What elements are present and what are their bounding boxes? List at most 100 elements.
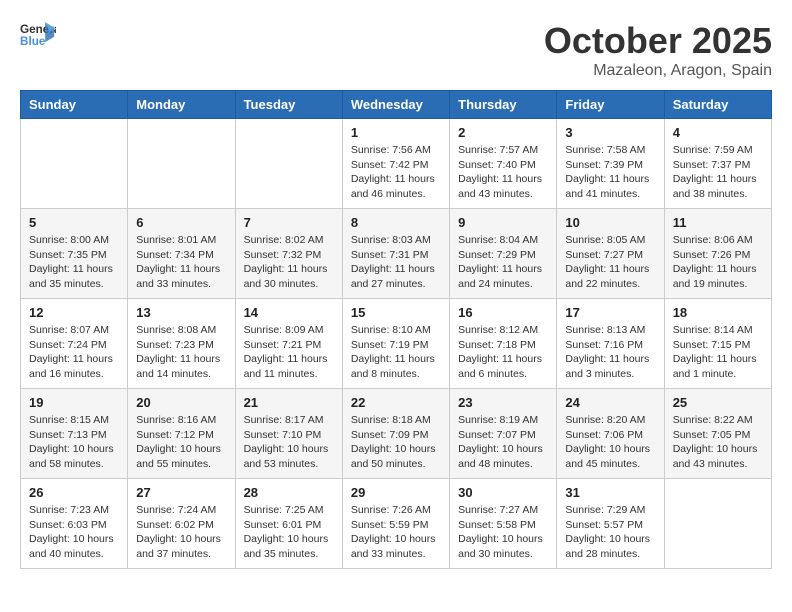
day-info: Sunrise: 8:13 AMSunset: 7:16 PMDaylight:… [565,323,655,382]
week-row-0: 1 Sunrise: 7:56 AMSunset: 7:42 PMDaylight… [21,119,772,209]
calendar-cell: 26 Sunrise: 7:23 AMSunset: 6:03 PMDayligh… [21,479,128,569]
calendar-cell: 1 Sunrise: 7:56 AMSunset: 7:42 PMDaylight… [342,119,449,209]
day-info: Sunrise: 8:22 AMSunset: 7:05 PMDaylight:… [673,413,763,472]
calendar-cell: 8 Sunrise: 8:03 AMSunset: 7:31 PMDaylight… [342,209,449,299]
calendar-cell: 28 Sunrise: 7:25 AMSunset: 6:01 PMDayligh… [235,479,342,569]
day-number: 7 [244,215,334,230]
calendar-cell: 2Sunrise: 7:57 AMSunset: 7:40 PMDaylight… [450,119,557,209]
calendar-cell: 31Sunrise: 7:29 AMSunset: 5:57 PMDayligh… [557,479,664,569]
day-number: 1 [351,125,441,140]
calendar-cell: 23Sunrise: 8:19 AMSunset: 7:07 PMDayligh… [450,389,557,479]
day-number: 10 [565,215,655,230]
calendar-cell [664,479,771,569]
day-number: 22 [351,395,441,410]
day-number: 25 [673,395,763,410]
location-title: Mazaleon, Aragon, Spain [544,62,772,80]
week-row-1: 5Sunrise: 8:00 AMSunset: 7:35 PMDaylight… [21,209,772,299]
calendar-cell [235,119,342,209]
calendar-cell: 29Sunrise: 7:26 AMSunset: 5:59 PMDayligh… [342,479,449,569]
day-info: Sunrise: 8:06 AMSunset: 7:26 PMDaylight:… [673,233,763,292]
calendar-cell: 30 Sunrise: 7:27 AMSunset: 5:58 PMDayligh… [450,479,557,569]
day-number: 26 [29,485,119,500]
day-number: 3 [565,125,655,140]
calendar-cell: 6 Sunrise: 8:01 AMSunset: 7:34 PMDaylight… [128,209,235,299]
day-number: 17 [565,305,655,320]
calendar-cell: 4Sunrise: 7:59 AMSunset: 7:37 PMDaylight… [664,119,771,209]
day-info: Sunrise: 8:02 AMSunset: 7:32 PMDaylight:… [244,233,334,292]
calendar-cell: 25 Sunrise: 8:22 AMSunset: 7:05 PMDayligh… [664,389,771,479]
day-number: 24 [565,395,655,410]
day-number: 4 [673,125,763,140]
calendar-cell: 15Sunrise: 8:10 AMSunset: 7:19 PMDayligh… [342,299,449,389]
day-number: 16 [458,305,548,320]
calendar-cell: 17 Sunrise: 8:13 AMSunset: 7:16 PMDayligh… [557,299,664,389]
day-header-thursday: Thursday [450,91,557,119]
calendar-cell: 22 Sunrise: 8:18 AMSunset: 7:09 PMDayligh… [342,389,449,479]
calendar-cell: 20 Sunrise: 8:16 AMSunset: 7:12 PMDayligh… [128,389,235,479]
day-number: 5 [29,215,119,230]
calendar-cell: 5Sunrise: 8:00 AMSunset: 7:35 PMDaylight… [21,209,128,299]
day-info: Sunrise: 8:16 AMSunset: 7:12 PMDaylight:… [136,413,226,472]
day-info: Sunrise: 8:01 AMSunset: 7:34 PMDaylight:… [136,233,226,292]
svg-text:Blue: Blue [20,35,46,48]
day-number: 30 [458,485,548,500]
day-info: Sunrise: 7:27 AMSunset: 5:58 PMDaylight:… [458,503,548,562]
calendar-cell: 19 Sunrise: 8:15 AMSunset: 7:13 PMDayligh… [21,389,128,479]
day-info: Sunrise: 8:04 AMSunset: 7:29 PMDaylight:… [458,233,548,292]
day-number: 2 [458,125,548,140]
calendar-cell: 10 Sunrise: 8:05 AMSunset: 7:27 PMDayligh… [557,209,664,299]
day-info: Sunrise: 8:03 AMSunset: 7:31 PMDaylight:… [351,233,441,292]
calendar-cell: 18 Sunrise: 8:14 AMSunset: 7:15 PMDayligh… [664,299,771,389]
day-info: Sunrise: 8:12 AMSunset: 7:18 PMDaylight:… [458,323,548,382]
day-number: 18 [673,305,763,320]
day-number: 28 [244,485,334,500]
day-info: Sunrise: 8:18 AMSunset: 7:09 PMDaylight:… [351,413,441,472]
logo: General Blue [20,20,56,48]
day-number: 6 [136,215,226,230]
calendar-cell: 14 Sunrise: 8:09 AMSunset: 7:21 PMDayligh… [235,299,342,389]
day-header-wednesday: Wednesday [342,91,449,119]
day-header-monday: Monday [128,91,235,119]
calendar-cell: 27 Sunrise: 7:24 AMSunset: 6:02 PMDayligh… [128,479,235,569]
calendar-cell [128,119,235,209]
page-header: General Blue October 2025 Mazaleon, Arag… [20,20,772,80]
calendar-cell: 3 Sunrise: 7:58 AMSunset: 7:39 PMDaylight… [557,119,664,209]
calendar-table: SundayMondayTuesdayWednesdayThursdayFrid… [20,90,772,569]
calendar-cell: 7 Sunrise: 8:02 AMSunset: 7:32 PMDaylight… [235,209,342,299]
calendar-cell: 21 Sunrise: 8:17 AMSunset: 7:10 PMDayligh… [235,389,342,479]
day-info: Sunrise: 8:10 AMSunset: 7:19 PMDaylight:… [351,323,441,382]
day-header-tuesday: Tuesday [235,91,342,119]
calendar-cell: 9 Sunrise: 8:04 AMSunset: 7:29 PMDaylight… [450,209,557,299]
day-info: Sunrise: 8:15 AMSunset: 7:13 PMDaylight:… [29,413,119,472]
day-info: Sunrise: 7:24 AMSunset: 6:02 PMDaylight:… [136,503,226,562]
day-number: 11 [673,215,763,230]
day-number: 23 [458,395,548,410]
day-number: 21 [244,395,334,410]
logo-icon: General Blue [20,20,56,48]
calendar-cell [21,119,128,209]
day-info: Sunrise: 8:05 AMSunset: 7:27 PMDaylight:… [565,233,655,292]
day-number: 19 [29,395,119,410]
day-header-sunday: Sunday [21,91,128,119]
day-number: 27 [136,485,226,500]
day-number: 8 [351,215,441,230]
day-info: Sunrise: 7:56 AMSunset: 7:42 PMDaylight:… [351,143,441,202]
day-number: 14 [244,305,334,320]
day-info: Sunrise: 8:17 AMSunset: 7:10 PMDaylight:… [244,413,334,472]
day-info: Sunrise: 8:09 AMSunset: 7:21 PMDaylight:… [244,323,334,382]
day-info: Sunrise: 7:23 AMSunset: 6:03 PMDaylight:… [29,503,119,562]
day-info: Sunrise: 7:26 AMSunset: 5:59 PMDaylight:… [351,503,441,562]
day-info: Sunrise: 8:14 AMSunset: 7:15 PMDaylight:… [673,323,763,382]
week-row-4: 26 Sunrise: 7:23 AMSunset: 6:03 PMDayligh… [21,479,772,569]
day-info: Sunrise: 7:25 AMSunset: 6:01 PMDaylight:… [244,503,334,562]
day-number: 9 [458,215,548,230]
day-info: Sunrise: 8:07 AMSunset: 7:24 PMDaylight:… [29,323,119,382]
day-info: Sunrise: 7:29 AMSunset: 5:57 PMDaylight:… [565,503,655,562]
day-info: Sunrise: 8:08 AMSunset: 7:23 PMDaylight:… [136,323,226,382]
day-number: 20 [136,395,226,410]
day-info: Sunrise: 8:20 AMSunset: 7:06 PMDaylight:… [565,413,655,472]
day-number: 12 [29,305,119,320]
calendar-cell: 12 Sunrise: 8:07 AMSunset: 7:24 PMDayligh… [21,299,128,389]
day-info: Sunrise: 7:58 AMSunset: 7:39 PMDaylight:… [565,143,655,202]
calendar-header-row: SundayMondayTuesdayWednesdayThursdayFrid… [21,91,772,119]
